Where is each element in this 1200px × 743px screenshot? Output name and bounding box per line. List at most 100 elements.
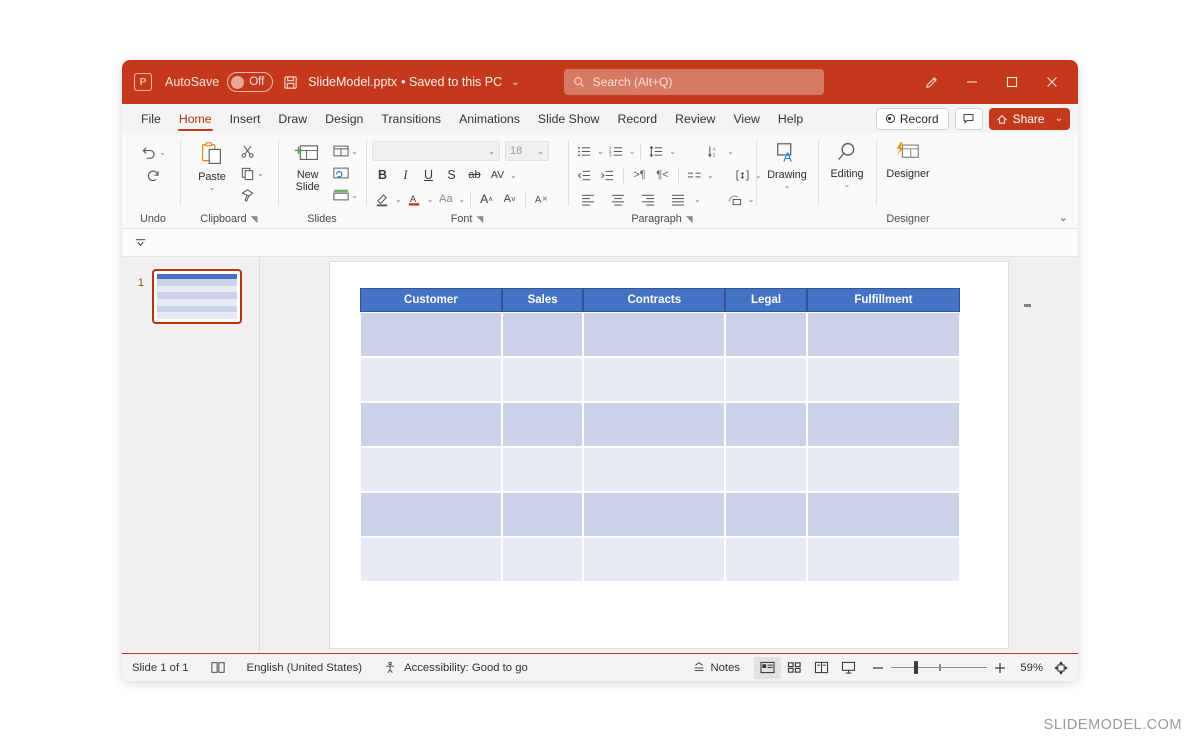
columns-button[interactable] xyxy=(684,165,705,185)
undo-button[interactable]: ⌄ xyxy=(138,142,168,162)
paste-button[interactable]: Paste ⌄ xyxy=(186,138,238,192)
tab-home[interactable]: Home xyxy=(170,108,221,131)
tab-file[interactable]: File xyxy=(132,108,170,130)
zoom-slider[interactable] xyxy=(891,660,987,674)
editing-button[interactable]: Editing ⌄ xyxy=(824,138,870,189)
chevron-down-icon[interactable]: ⌄ xyxy=(694,195,701,204)
chevron-down-icon[interactable]: ⌄ xyxy=(1055,113,1063,124)
table-cell[interactable] xyxy=(501,312,584,357)
slide-sorter-button[interactable] xyxy=(781,657,808,679)
table-cell[interactable] xyxy=(806,312,960,357)
strikethrough-button[interactable]: ab xyxy=(464,165,485,185)
comments-button[interactable] xyxy=(954,107,983,130)
table-cell[interactable] xyxy=(583,357,726,402)
increase-indent-button[interactable] xyxy=(597,165,618,185)
language-status[interactable]: English (United States) xyxy=(247,662,363,674)
table-cell[interactable] xyxy=(501,447,584,492)
table-cell[interactable] xyxy=(501,357,584,402)
zoom-in-icon[interactable] xyxy=(994,662,1006,674)
chevron-down-icon[interactable]: ⌄ xyxy=(511,77,519,88)
table-header-cell-sales[interactable]: Sales xyxy=(501,288,584,312)
share-button[interactable]: Share ⌄ xyxy=(988,107,1070,130)
close-icon[interactable] xyxy=(1032,67,1072,97)
notes-button[interactable]: Notes xyxy=(692,661,740,674)
bold-button[interactable]: B xyxy=(372,165,393,185)
zoom-out-icon[interactable] xyxy=(872,662,884,674)
justify-button[interactable] xyxy=(664,189,692,209)
format-painter-button[interactable] xyxy=(238,185,266,205)
table-cell[interactable] xyxy=(806,402,960,447)
chevron-down-icon[interactable]: ⌄ xyxy=(427,195,434,204)
chevron-down-icon[interactable]: ⌄ xyxy=(458,195,465,204)
table-cell[interactable] xyxy=(360,447,502,492)
copy-button[interactable]: ⌄ xyxy=(238,163,266,183)
tab-view[interactable]: View xyxy=(724,108,768,130)
rtl-button[interactable]: ¶< xyxy=(652,165,673,185)
change-case-button[interactable]: Aa xyxy=(435,189,456,209)
tab-help[interactable]: Help xyxy=(769,108,812,130)
minimize-icon[interactable] xyxy=(952,67,992,97)
chevron-down-icon[interactable]: ⌄ xyxy=(748,195,755,204)
slide-count-status[interactable]: Slide 1 of 1 xyxy=(132,662,189,674)
chevron-down-icon[interactable]: ⌄ xyxy=(351,147,358,156)
table-cell[interactable] xyxy=(725,447,807,492)
table-cell[interactable] xyxy=(806,447,960,492)
table-cell[interactable] xyxy=(360,537,502,582)
table-cell[interactable] xyxy=(360,312,502,357)
chevron-down-icon[interactable]: ⌄ xyxy=(844,180,851,189)
ink-pen-icon[interactable] xyxy=(912,67,952,97)
tab-record[interactable]: Record xyxy=(608,108,666,130)
character-spacing-button[interactable]: AV xyxy=(487,165,508,185)
decrease-font-size-button[interactable]: A ˅ xyxy=(499,189,520,209)
table-cell[interactable] xyxy=(725,537,807,582)
table-cell[interactable] xyxy=(360,402,502,447)
table-cell[interactable] xyxy=(725,402,807,447)
chevron-down-icon[interactable]: ⌄ xyxy=(629,147,636,156)
italic-button[interactable]: I xyxy=(395,165,416,185)
font-size-input[interactable]: 18 ⌄ xyxy=(505,141,549,161)
file-name-label[interactable]: SlideModel.pptx xyxy=(308,75,397,89)
underline-button[interactable]: U xyxy=(418,165,439,185)
slide-thumbnail-1[interactable] xyxy=(152,269,242,324)
chevron-down-icon[interactable]: ⌄ xyxy=(727,147,734,156)
maximize-icon[interactable] xyxy=(992,67,1032,97)
chevron-down-icon[interactable]: ⌄ xyxy=(209,183,216,192)
chevron-down-icon[interactable]: ⌄ xyxy=(257,169,264,178)
tab-transitions[interactable]: Transitions xyxy=(372,108,450,130)
clear-formatting-button[interactable]: A xyxy=(531,189,552,209)
table-cell[interactable] xyxy=(360,357,502,402)
tab-review[interactable]: Review xyxy=(666,108,724,130)
text-highlight-button[interactable] xyxy=(372,189,393,209)
collapse-ribbon-button[interactable]: ⌄ xyxy=(1059,211,1068,224)
redo-button[interactable] xyxy=(143,165,164,185)
numbering-button[interactable]: 1 2 3 xyxy=(606,141,627,161)
table-cell[interactable] xyxy=(501,402,584,447)
decrease-indent-button[interactable] xyxy=(574,165,595,185)
align-right-button[interactable] xyxy=(634,189,662,209)
slide-layout-status[interactable] xyxy=(210,661,225,674)
chevron-down-icon[interactable]: ⌄ xyxy=(395,195,402,204)
fit-slide-to-window-icon[interactable] xyxy=(1054,660,1068,675)
new-slide-button[interactable]: New Slide xyxy=(284,138,331,193)
ltr-button[interactable]: >¶ xyxy=(629,165,650,185)
save-disk-icon[interactable] xyxy=(283,75,298,90)
font-name-input[interactable]: ⌄ xyxy=(372,141,500,161)
tab-animations[interactable]: Animations xyxy=(450,108,529,130)
reset-slide-button[interactable] xyxy=(331,163,360,183)
drawing-button[interactable]: A Drawing ⌄ xyxy=(762,138,812,190)
table-cell[interactable] xyxy=(583,537,726,582)
table-cell[interactable] xyxy=(725,492,807,537)
table-cell[interactable] xyxy=(806,357,960,402)
quick-access-overflow-icon[interactable] xyxy=(134,236,147,249)
align-left-button[interactable] xyxy=(574,189,602,209)
record-button[interactable]: Record xyxy=(875,107,949,130)
paragraph-dialog-launcher[interactable]: ◥ xyxy=(686,210,693,228)
table-cell[interactable] xyxy=(583,447,726,492)
align-center-button[interactable] xyxy=(604,189,632,209)
table-cell[interactable] xyxy=(806,492,960,537)
bullets-button[interactable] xyxy=(574,141,595,161)
table-cell[interactable] xyxy=(583,402,726,447)
zoom-percent-label[interactable]: 59% xyxy=(1013,662,1043,674)
text-shadow-button[interactable]: S xyxy=(441,165,462,185)
table-cell[interactable] xyxy=(583,492,726,537)
